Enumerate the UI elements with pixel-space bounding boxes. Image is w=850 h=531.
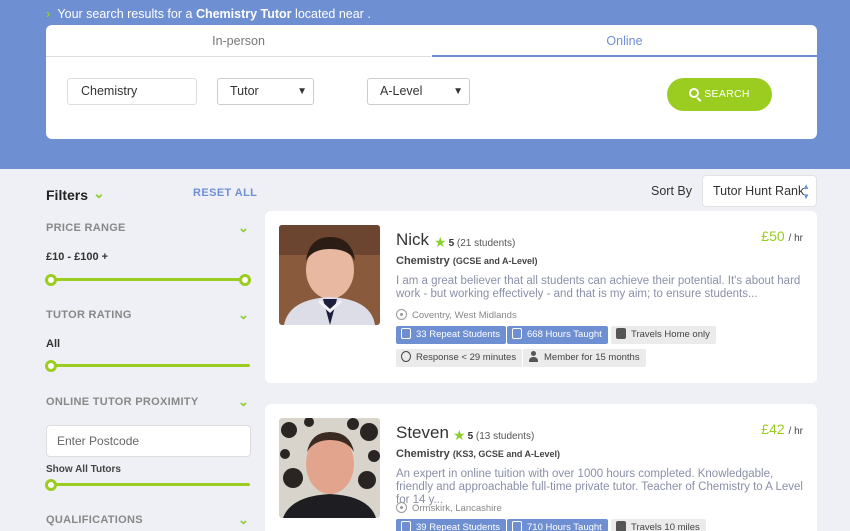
tutor-name[interactable]: Steven bbox=[396, 423, 449, 443]
star-icon: ★ bbox=[453, 427, 466, 443]
member-since-badge: Member for 15 months bbox=[523, 349, 646, 367]
qualifications-label: QUALIFICATIONS bbox=[46, 514, 143, 526]
user-icon bbox=[528, 351, 539, 362]
rating-handle[interactable] bbox=[45, 360, 57, 372]
repeat-students-badge: 39 Repeat Students bbox=[396, 519, 506, 531]
location-icon bbox=[396, 502, 407, 513]
price-min-handle[interactable] bbox=[45, 274, 57, 286]
search-button[interactable]: SEARCH bbox=[667, 78, 772, 111]
rating-slider[interactable] bbox=[50, 364, 250, 367]
proximity-slider[interactable] bbox=[50, 483, 250, 486]
tutor-card[interactable]: Steven ★ 5 (13 students) £42 / hr Chemist… bbox=[265, 404, 817, 531]
check-badge-icon bbox=[512, 521, 522, 531]
response-time-badge: Response < 29 minutes bbox=[396, 349, 523, 367]
tutor-subject: Chemistry (GCSE and A-Level) bbox=[396, 255, 538, 267]
chevron-down-icon[interactable]: ⌄ bbox=[238, 394, 249, 410]
price-range-slider[interactable] bbox=[50, 278, 250, 281]
tutor-location: Ormskirk, Lancashire bbox=[396, 502, 502, 514]
price-range-label: PRICE RANGE bbox=[46, 222, 126, 234]
online-proximity-label: ONLINE TUTOR PROXIMITY bbox=[46, 396, 199, 408]
hours-taught-badge: 710 Hours Taught bbox=[507, 519, 608, 531]
tutor-price: £42 / hr bbox=[761, 421, 803, 437]
tab-in-person[interactable]: In-person bbox=[46, 25, 431, 57]
chevron-down-icon[interactable]: ⌄ bbox=[93, 185, 105, 202]
show-all-tutors-label: Show All Tutors bbox=[46, 464, 121, 475]
chevron-down-icon[interactable]: ⌄ bbox=[238, 512, 249, 528]
search-hero: › Your search results for a Chemistry Tu… bbox=[0, 0, 850, 169]
tutor-rating: ★ 5 (21 students) bbox=[434, 234, 516, 250]
document-icon bbox=[401, 328, 411, 339]
tutor-rating-label: TUTOR RATING bbox=[46, 309, 132, 321]
search-query: Chemistry Tutor bbox=[195, 7, 292, 21]
tutor-photo[interactable] bbox=[279, 418, 380, 518]
star-icon: ★ bbox=[434, 234, 447, 250]
reset-all-button[interactable]: RESET ALL bbox=[193, 187, 257, 199]
postcode-input[interactable]: Enter Postcode bbox=[46, 425, 251, 457]
price-range-value: £10 - £100 + bbox=[46, 251, 109, 263]
tutor-rating: ★ 5 (13 students) bbox=[453, 427, 535, 443]
hours-taught-badge: 668 Hours Taught bbox=[507, 326, 608, 344]
tutor-card[interactable]: Nick ★ 5 (21 students) £50 / hr Chemistry… bbox=[265, 211, 817, 383]
chevron-down-icon: ▼ bbox=[453, 86, 463, 97]
repeat-students-badge: 33 Repeat Students bbox=[396, 326, 506, 344]
role-select[interactable]: Tutor ▼ bbox=[217, 78, 314, 105]
tutor-name[interactable]: Nick bbox=[396, 230, 429, 250]
chevron-down-icon[interactable]: ⌄ bbox=[238, 220, 249, 236]
sort-select[interactable]: Tutor Hunt Rank ▲ ▼ bbox=[702, 175, 817, 207]
proximity-handle[interactable] bbox=[45, 479, 57, 491]
travels-badge: Travels Home only bbox=[611, 326, 716, 344]
clock-icon bbox=[401, 351, 411, 362]
tutor-rating-value: All bbox=[46, 338, 61, 350]
chevron-down-icon: ▼ bbox=[297, 86, 307, 97]
document-icon bbox=[401, 521, 411, 531]
tab-online[interactable]: Online bbox=[432, 25, 817, 57]
briefcase-icon bbox=[616, 328, 626, 339]
chevron-down-icon[interactable]: ⌄ bbox=[238, 307, 249, 323]
filters-title: Filters bbox=[46, 187, 89, 203]
sort-by-label: Sort By bbox=[651, 184, 692, 198]
search-panel: In-person Online Chemistry Tutor ▼ A-Lev… bbox=[46, 25, 817, 139]
tutor-bio: I am a great believer that all students … bbox=[396, 275, 801, 300]
check-badge-icon bbox=[512, 328, 522, 339]
travels-badge: Travels 10 miles bbox=[611, 519, 706, 531]
price-max-handle[interactable] bbox=[239, 274, 251, 286]
tutor-photo[interactable] bbox=[279, 225, 380, 325]
tutor-location: Coventry, West Midlands bbox=[396, 309, 517, 321]
tutor-price: £50 / hr bbox=[761, 228, 803, 244]
chevron-right-icon: › bbox=[46, 7, 51, 21]
location-icon bbox=[396, 309, 407, 320]
tutor-subject: Chemistry (KS3, GCSE and A-Level) bbox=[396, 448, 561, 460]
level-select[interactable]: A-Level ▼ bbox=[367, 78, 470, 105]
briefcase-icon bbox=[616, 521, 626, 531]
search-icon bbox=[689, 88, 700, 98]
results-summary: › Your search results for a Chemistry Tu… bbox=[46, 7, 371, 21]
subject-input[interactable]: Chemistry bbox=[67, 78, 197, 105]
sort-arrows-icon: ▲ ▼ bbox=[802, 182, 810, 201]
